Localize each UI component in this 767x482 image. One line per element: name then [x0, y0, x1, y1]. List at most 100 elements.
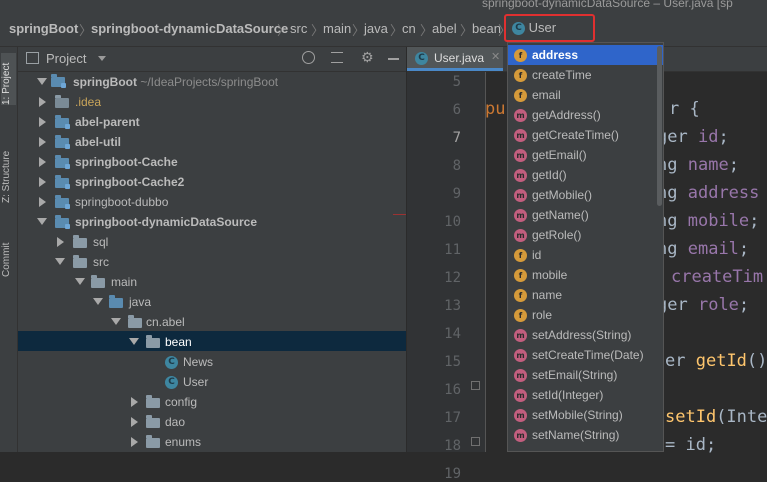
close-icon[interactable]: ✕ [491, 50, 500, 63]
tree-item-idea[interactable]: .idea [75, 95, 101, 109]
chevron-down-icon[interactable] [98, 56, 106, 61]
tree-item-springboot-dubbo[interactable]: springboot-dubbo [75, 195, 168, 209]
breadcrumb-bean[interactable]: bean [472, 21, 501, 36]
method-icon: m [514, 109, 527, 122]
expand-arrow[interactable] [57, 237, 64, 247]
tree-item-user[interactable]: User [183, 375, 208, 389]
breadcrumb-cn[interactable]: cn [402, 21, 416, 36]
expand-arrow[interactable] [111, 318, 121, 325]
project-panel-header: Project ⚙ [18, 47, 406, 72]
window-title-bar: springboot-dynamicDataSource – User.java… [0, 0, 767, 12]
fold-icon[interactable] [471, 437, 480, 446]
code-line-7: ger id; [657, 127, 729, 147]
popup-item[interactable]: m setAddress(String) [508, 325, 663, 345]
popup-item[interactable]: f name [508, 285, 663, 305]
code-line-11: ng email; [657, 239, 750, 259]
tree-item-springboot-cache2[interactable]: springboot-Cache2 [75, 175, 184, 189]
popup-item[interactable]: m getName() [508, 205, 663, 225]
tree-item-springboot-dynamicdatasource[interactable]: springboot-dynamicDataSource [75, 215, 257, 229]
popup-item[interactable]: m getEmail() [508, 145, 663, 165]
popup-item[interactable]: m getMobile() [508, 185, 663, 205]
code-line-8: ng name; [657, 155, 739, 175]
expand-arrow[interactable] [129, 338, 139, 345]
expand-arrow[interactable] [37, 218, 47, 225]
popup-item-label: name [532, 288, 563, 302]
package-icon [146, 395, 160, 408]
popup-item[interactable]: f id [508, 245, 663, 265]
breadcrumb-abel[interactable]: abel [432, 21, 457, 36]
expand-arrow[interactable] [39, 117, 46, 127]
popup-item[interactable]: m setCreateTime(Date) [508, 345, 663, 365]
package-icon [146, 435, 160, 448]
breadcrumb-springboot[interactable]: springBoot [9, 21, 78, 36]
expand-arrow[interactable] [39, 137, 46, 147]
expand-arrow[interactable] [39, 157, 46, 167]
line-number: 6 [452, 102, 461, 118]
expand-arrow[interactable] [131, 417, 138, 427]
popup-item[interactable]: m setName(String) [508, 425, 663, 445]
package-icon [128, 315, 142, 328]
expand-arrow[interactable] [55, 258, 65, 265]
breadcrumb-src[interactable]: src [290, 21, 307, 36]
tree-item-springboot-cache[interactable]: springboot-Cache [75, 155, 178, 169]
tree-item-abel-util[interactable]: abel-util [75, 135, 121, 149]
popup-scrollbar[interactable] [656, 44, 663, 449]
gear-icon[interactable]: ⚙ [361, 50, 374, 66]
expand-arrow[interactable] [131, 397, 138, 407]
tree-selection-highlight [18, 331, 406, 351]
popup-item[interactable]: m getRole() [508, 225, 663, 245]
line-number: 19 [444, 466, 461, 482]
popup-item[interactable]: f createTime [508, 65, 663, 85]
fold-icon[interactable] [471, 381, 480, 390]
tab-user-java[interactable]: C User.java ✕ [407, 47, 503, 71]
expand-arrow[interactable] [75, 278, 85, 285]
popup-item[interactable]: f role [508, 305, 663, 325]
method-icon: m [514, 209, 527, 222]
tree-item-java[interactable]: java [129, 295, 151, 309]
tree-item-config[interactable]: config [165, 395, 197, 409]
breadcrumb-module[interactable]: springboot-dynamicDataSource [91, 21, 288, 36]
popup-item[interactable]: m setId(Integer) [508, 385, 663, 405]
expand-arrow[interactable] [93, 298, 103, 305]
expand-arrow[interactable] [39, 97, 46, 107]
popup-item[interactable]: m setEmail(String) [508, 365, 663, 385]
tab-structure[interactable]: Z: Structure [1, 137, 16, 203]
popup-item-label: getMobile() [532, 188, 593, 202]
popup-item[interactable]: m getAddress() [508, 105, 663, 125]
popup-item[interactable]: f address [508, 45, 663, 65]
tab-project[interactable]: 1: Project [1, 53, 16, 105]
scrollbar-thumb[interactable] [657, 46, 662, 206]
popup-item[interactable]: m setMobile(String) [508, 405, 663, 425]
tab-label: User.java [434, 51, 485, 65]
tree-item-main[interactable]: main [111, 275, 137, 289]
popup-item[interactable]: f email [508, 85, 663, 105]
minimize-icon[interactable] [388, 58, 399, 60]
tree-item-enums[interactable]: enums [165, 435, 201, 449]
expand-arrow[interactable] [37, 78, 47, 85]
package-icon [146, 415, 160, 428]
popup-item[interactable]: f mobile [508, 265, 663, 285]
popup-item[interactable]: m getCreateTime() [508, 125, 663, 145]
tree-item-springboot[interactable]: springBoot ~/IdeaProjects/springBoot [73, 75, 278, 89]
package-icon [146, 335, 160, 348]
tree-item-src[interactable]: src [93, 255, 109, 269]
line-number-gutter: 5 6 7 8 9 10 11 12 13 14 15 16 17 18 19 [407, 72, 486, 482]
expand-arrow[interactable] [131, 437, 138, 447]
locate-icon[interactable] [302, 51, 315, 64]
tree-item-sql[interactable]: sql [93, 235, 108, 249]
tree-item-dao[interactable]: dao [165, 415, 185, 429]
tree-item-abel-parent[interactable]: abel-parent [75, 115, 140, 129]
expand-arrow[interactable] [39, 197, 46, 207]
collapse-all-icon[interactable] [331, 52, 343, 63]
tree-item-bean[interactable]: bean [165, 335, 192, 349]
popup-item[interactable]: m getId() [508, 165, 663, 185]
breadcrumb-main[interactable]: main [323, 21, 351, 36]
tree-item-news[interactable]: News [183, 355, 213, 369]
tool-window-strip: 1: Project Z: Structure Commit [0, 47, 18, 452]
popup-item-label: role [532, 308, 553, 322]
tab-commit[interactable]: Commit [1, 233, 16, 277]
class-icon: C [165, 356, 178, 369]
tree-item-cn-abel[interactable]: cn.abel [146, 315, 185, 329]
breadcrumb-java[interactable]: java [364, 21, 388, 36]
expand-arrow[interactable] [39, 177, 46, 187]
